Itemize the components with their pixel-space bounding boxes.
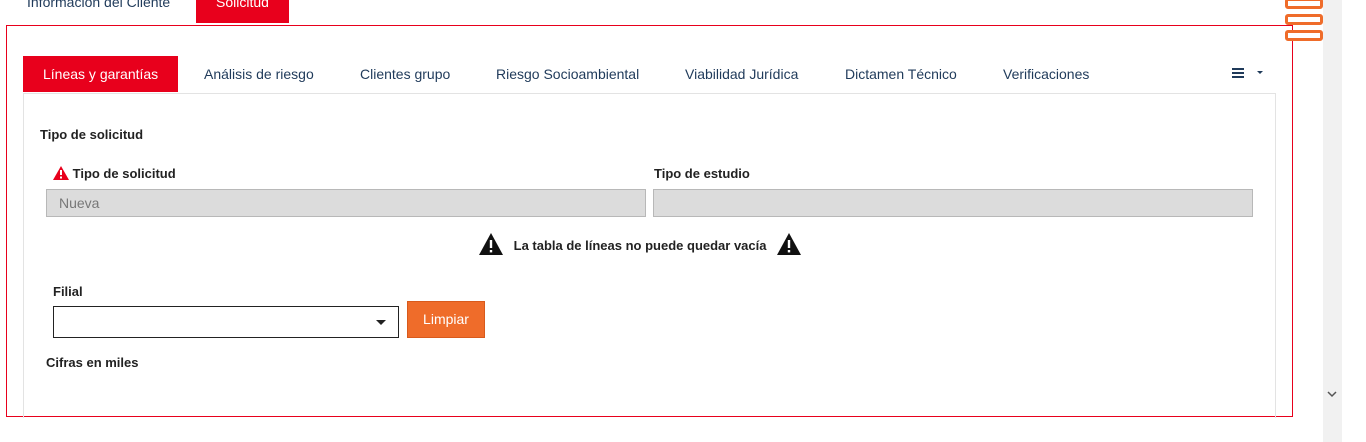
subtab-label: Análisis de riesgo — [204, 66, 314, 82]
menu-bar — [1285, 0, 1323, 9]
cifras-label: Cifras en miles — [46, 355, 139, 370]
tipo-solicitud-label-wrap: Tipo de solicitud — [53, 166, 176, 181]
tab-label: Información del Cliente — [27, 0, 171, 10]
tipo-solicitud-field: Nueva — [46, 189, 646, 217]
notice-text: La tabla de líneas no puede quedar vacía — [513, 238, 767, 253]
subtab-label: Dictamen Técnico — [845, 66, 957, 82]
caret-down-icon — [376, 320, 386, 325]
hamburger-menu-button[interactable] — [1284, 0, 1325, 44]
limpiar-button[interactable]: Limpiar — [407, 301, 485, 338]
filial-label: Filial — [53, 284, 83, 299]
subtab-lineas-garantias[interactable]: Líneas y garantías — [23, 56, 179, 92]
subtab-label: Clientes grupo — [360, 66, 451, 82]
empty-lines-notice: La tabla de líneas no puede quedar vacía — [478, 232, 802, 258]
menu-bar — [1285, 30, 1323, 41]
subtabs-overflow-menu[interactable] — [1232, 66, 1266, 83]
subtab-clientes-grupo[interactable]: Clientes grupo — [360, 56, 450, 92]
scrollbar-track[interactable] — [1323, 0, 1342, 442]
tipo-estudio-field — [653, 189, 1253, 217]
tipo-estudio-label: Tipo de estudio — [654, 166, 750, 181]
tab-solicitud[interactable]: Solicitud — [196, 0, 289, 23]
scroll-down-icon[interactable] — [1326, 388, 1338, 400]
subtab-label: Viabilidad Jurídica — [685, 66, 799, 82]
list-dropdown-icon — [1232, 68, 1263, 78]
filial-select[interactable] — [53, 306, 399, 338]
warning-icon — [53, 166, 69, 180]
subtab-riesgo-socioambiental[interactable]: Riesgo Socioambiental — [496, 56, 639, 92]
subtab-viabilidad-juridica[interactable]: Viabilidad Jurídica — [685, 56, 798, 92]
subtab-label: Riesgo Socioambiental — [496, 66, 640, 82]
tab-informacion-cliente[interactable]: Información del Cliente — [27, 0, 170, 23]
subtab-analisis-riesgo[interactable]: Análisis de riesgo — [204, 56, 314, 92]
menu-bar — [1285, 14, 1323, 25]
subtab-label: Verificaciones — [1003, 66, 1090, 82]
subtab-dictamen-tecnico[interactable]: Dictamen Técnico — [845, 56, 957, 92]
subtab-label: Líneas y garantías — [43, 66, 159, 82]
section-title: Tipo de solicitud — [40, 127, 144, 142]
warning-triangle-icon — [777, 233, 802, 255]
subtab-verificaciones[interactable]: Verificaciones — [1003, 56, 1089, 92]
tab-label: Solicitud — [216, 0, 269, 10]
tipo-solicitud-label: Tipo de solicitud — [72, 166, 176, 181]
warning-triangle-icon — [479, 233, 503, 255]
subtabs-bar: Líneas y garantías Análisis de riesgo Cl… — [23, 56, 1277, 93]
